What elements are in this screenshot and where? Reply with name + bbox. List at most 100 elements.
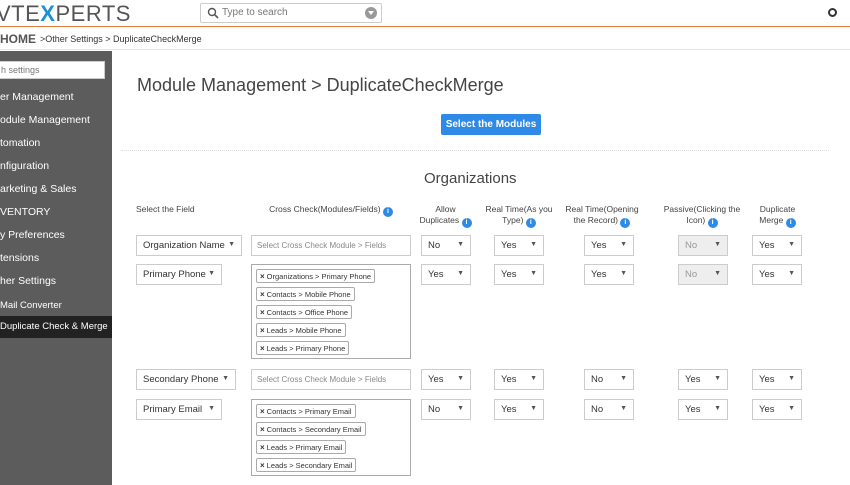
- chevron-down-icon: ▼: [788, 405, 795, 412]
- allow-duplicates-select[interactable]: No ▼: [421, 399, 471, 420]
- select-value: No: [428, 404, 441, 415]
- chevron-down-icon: ▼: [620, 405, 627, 412]
- cross-check-input[interactable]: Select Cross Check Module > Fields: [251, 235, 411, 256]
- sidebar-item-automation[interactable]: tomation: [0, 132, 112, 154]
- info-icon[interactable]: i: [785, 218, 796, 228]
- duplicate-merge-select[interactable]: Yes ▼: [752, 399, 802, 420]
- allow-duplicates-select[interactable]: No ▼: [421, 235, 471, 256]
- field-select[interactable]: Secondary Phone ▼: [136, 369, 236, 390]
- breadcrumb-home[interactable]: HOME: [0, 32, 36, 46]
- remove-tag-icon[interactable]: ×: [260, 425, 265, 434]
- select-value: Yes: [591, 240, 607, 251]
- remove-tag-icon[interactable]: ×: [260, 407, 265, 416]
- sidebar-item-inventory[interactable]: VENTORY: [0, 201, 112, 223]
- cross-check-input[interactable]: Select Cross Check Module > Fields: [251, 369, 411, 390]
- cross-check-tag[interactable]: × Leads > Mobile Phone: [256, 323, 346, 337]
- cross-check-tag[interactable]: × Organizations > Primary Phone: [256, 269, 376, 283]
- cross-check-tag-box[interactable]: × Organizations > Primary Phone × Contacts…: [251, 264, 411, 359]
- realtime-type-select[interactable]: Yes ▼: [494, 399, 544, 420]
- column-header-passive: Passive(Clicking the Icon) i: [662, 204, 742, 228]
- realtime-open-select[interactable]: Yes ▼: [584, 264, 634, 285]
- global-search[interactable]: Type to search: [200, 3, 382, 23]
- cross-check-tag[interactable]: × Leads > Primary Email: [256, 440, 347, 454]
- allow-duplicates-select[interactable]: Yes ▼: [421, 264, 471, 285]
- sidebar-item-configuration[interactable]: nfiguration: [0, 155, 112, 177]
- sidebar-item-module-management[interactable]: odule Management: [0, 109, 112, 131]
- tag-label: Leads > Primary Phone: [266, 344, 346, 353]
- remove-tag-icon[interactable]: ×: [260, 290, 265, 299]
- column-header-label: Cross Check(Modules/Fields): [269, 204, 381, 214]
- cross-check-tag-box[interactable]: × Contacts > Primary Email × Contacts > Se…: [251, 399, 411, 476]
- realtime-open-select[interactable]: No ▼: [584, 369, 634, 390]
- realtime-open-select[interactable]: No ▼: [584, 399, 634, 420]
- duplicate-merge-select[interactable]: Yes ▼: [752, 235, 802, 256]
- search-dropdown-icon[interactable]: [365, 7, 377, 19]
- cross-check-tag[interactable]: × Leads > Primary Phone: [256, 341, 350, 355]
- settings-sidebar: h settings er Management odule Managemen…: [0, 51, 112, 485]
- realtime-type-select[interactable]: Yes ▼: [494, 369, 544, 390]
- user-menu-icon[interactable]: [828, 8, 837, 17]
- sidebar-item-marketing-sales[interactable]: arketing & Sales: [0, 178, 112, 200]
- info-icon[interactable]: i: [707, 218, 718, 228]
- realtime-type-select[interactable]: Yes ▼: [494, 264, 544, 285]
- field-select-value: Primary Email: [143, 404, 203, 415]
- select-value: Yes: [759, 404, 775, 415]
- remove-tag-icon[interactable]: ×: [260, 308, 265, 317]
- chevron-down-icon: ▼: [714, 241, 721, 248]
- column-header-duplicate-merge: Duplicate Merge i: [750, 204, 805, 228]
- tag-label: Contacts > Secondary Email: [266, 425, 362, 434]
- tag-label: Leads > Mobile Phone: [266, 326, 342, 335]
- passive-select[interactable]: Yes ▼: [678, 399, 728, 420]
- chevron-down-icon: ▼: [457, 405, 464, 412]
- cross-check-tag[interactable]: × Contacts > Primary Email: [256, 404, 356, 418]
- select-value: Yes: [501, 269, 517, 280]
- field-select[interactable]: Organization Name ▼: [136, 235, 242, 256]
- cross-check-tag[interactable]: × Contacts > Office Phone: [256, 305, 353, 319]
- duplicate-merge-select[interactable]: Yes ▼: [752, 264, 802, 285]
- field-select[interactable]: Primary Phone ▼: [136, 264, 222, 285]
- cross-check-tag[interactable]: × Contacts > Secondary Email: [256, 422, 366, 436]
- cross-check-tag[interactable]: × Contacts > Mobile Phone: [256, 287, 355, 301]
- select-value: Yes: [428, 374, 444, 385]
- info-icon[interactable]: i: [525, 218, 536, 228]
- chevron-down-icon: ▼: [530, 375, 537, 382]
- field-select[interactable]: Primary Email ▼: [136, 399, 222, 420]
- remove-tag-icon[interactable]: ×: [260, 461, 265, 470]
- realtime-open-select[interactable]: Yes ▼: [584, 235, 634, 256]
- top-bar: VTEXPERTS Type to search: [0, 0, 850, 27]
- remove-tag-icon[interactable]: ×: [260, 272, 265, 281]
- chevron-down-icon: ▼: [788, 375, 795, 382]
- settings-search-input[interactable]: h settings: [0, 61, 105, 79]
- realtime-type-select[interactable]: Yes ▼: [494, 235, 544, 256]
- field-select-value: Secondary Phone: [143, 374, 219, 385]
- passive-select: No ▼: [678, 235, 728, 256]
- info-icon[interactable]: i: [461, 218, 472, 228]
- sidebar-item-duplicate-check-merge[interactable]: Duplicate Check & Merge: [0, 316, 112, 338]
- search-input[interactable]: Type to search: [222, 7, 288, 18]
- passive-select[interactable]: Yes ▼: [678, 369, 728, 390]
- chevron-down-icon: ▼: [457, 270, 464, 277]
- cross-check-tag[interactable]: × Leads > Secondary Email: [256, 458, 357, 472]
- sidebar-item-mail-converter[interactable]: Mail Converter: [0, 295, 112, 317]
- logo-text-left: VTE: [0, 1, 41, 26]
- column-header-realtime-open: Real Time(Opening the Record) i: [562, 204, 642, 228]
- remove-tag-icon[interactable]: ×: [260, 326, 265, 335]
- sidebar-item-user-management[interactable]: er Management: [0, 86, 112, 108]
- sidebar-item-other-settings[interactable]: her Settings: [0, 270, 112, 292]
- column-header-label: Select the Field: [136, 204, 195, 214]
- chevron-down-icon: ▼: [208, 270, 215, 277]
- allow-duplicates-select[interactable]: Yes ▼: [421, 369, 471, 390]
- chevron-down-icon: ▼: [457, 241, 464, 248]
- chevron-down-icon: ▼: [620, 375, 627, 382]
- logo[interactable]: VTEXPERTS: [0, 1, 131, 27]
- sidebar-item-extensions[interactable]: tensions: [0, 247, 112, 269]
- remove-tag-icon[interactable]: ×: [260, 443, 265, 452]
- breadcrumb-path[interactable]: >Other Settings > DuplicateCheckMerge: [40, 34, 202, 44]
- duplicate-merge-select[interactable]: Yes ▼: [752, 369, 802, 390]
- sidebar-item-my-preferences[interactable]: y Preferences: [0, 224, 112, 246]
- info-icon[interactable]: i: [382, 207, 393, 217]
- info-icon[interactable]: i: [620, 218, 631, 228]
- select-value: Yes: [759, 374, 775, 385]
- remove-tag-icon[interactable]: ×: [260, 344, 265, 353]
- select-modules-button[interactable]: Select the Modules: [441, 114, 541, 135]
